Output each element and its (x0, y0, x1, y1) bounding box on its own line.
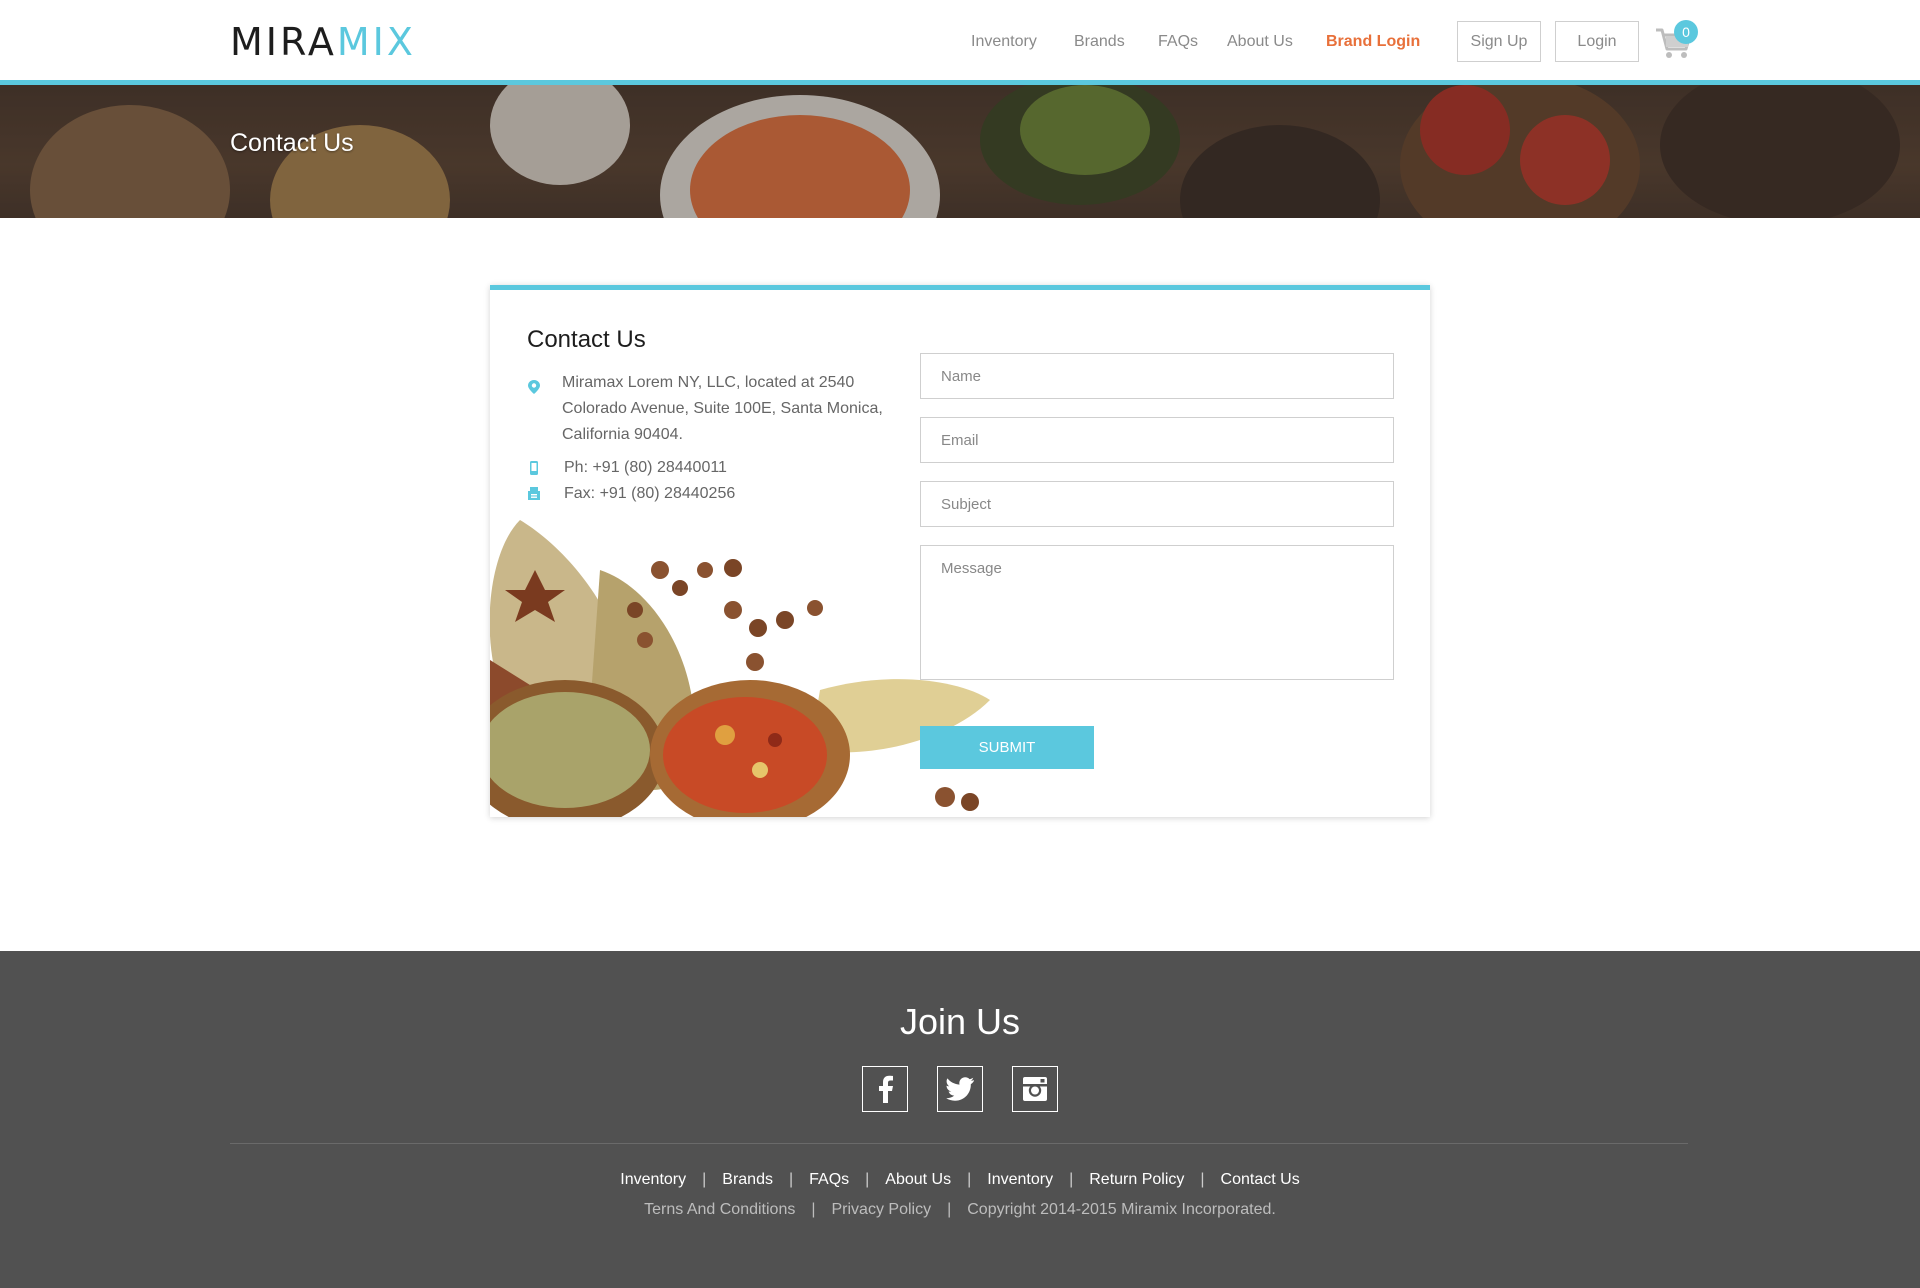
footer-link-inventory[interactable]: Inventory (620, 1171, 686, 1188)
footer-legal: Terns And Conditions | Privacy Policy | Copy… (644, 1201, 1276, 1218)
site-header: MIRAMIX Inventory Brands FAQs About Us B… (0, 0, 1920, 80)
instagram-icon[interactable] (1012, 1066, 1058, 1112)
footer-link-faqs[interactable]: FAQs (809, 1171, 849, 1188)
nav-brands[interactable]: Brands (1074, 30, 1125, 54)
address-text: Miramax Lorem NY, LLC, located at 2540 C… (562, 374, 883, 443)
footer-divider (230, 1143, 1688, 1144)
page-title: Contact Us (230, 129, 354, 157)
contact-title: Contact Us (527, 326, 646, 353)
join-us-title: Join Us (899, 1001, 1021, 1042)
phone-text: Ph: +91 (80) 28440011 (564, 459, 727, 476)
footer-link-inventory-2[interactable]: Inventory (987, 1171, 1053, 1188)
subject-input[interactable] (920, 481, 1394, 527)
login-button[interactable]: Login (1555, 21, 1639, 62)
cart-count-badge: 0 (1674, 20, 1698, 44)
message-textarea[interactable] (920, 545, 1394, 680)
nav-about-us[interactable]: About Us (1227, 30, 1293, 54)
hero-banner: Contact Us (0, 85, 1920, 218)
signup-button[interactable]: Sign Up (1457, 21, 1541, 62)
submit-button[interactable]: SUBMIT (920, 726, 1094, 769)
facebook-icon[interactable] (862, 1066, 908, 1112)
location-pin-icon (528, 380, 540, 394)
footer-link-privacy-policy[interactable]: Privacy Policy (832, 1201, 932, 1218)
copyright-text: Copyright 2014-2015 Miramix Incorporated… (967, 1201, 1276, 1218)
logo[interactable]: MIRAMIX (230, 22, 416, 62)
site-footer: Join Us Inventory | Brands | FAQs | About Us | I… (0, 951, 1920, 1288)
logo-part-2: MIX (336, 20, 416, 64)
nav-faqs[interactable]: FAQs (1158, 30, 1198, 54)
footer-link-return-policy[interactable]: Return Policy (1089, 1171, 1184, 1188)
twitter-icon[interactable] (937, 1066, 983, 1112)
fax-icon (528, 487, 540, 500)
footer-links: Inventory | Brands | FAQs | About Us | Inventory… (620, 1171, 1300, 1188)
logo-part-1: MIRA (230, 20, 337, 64)
footer-link-about-us[interactable]: About Us (885, 1171, 951, 1188)
fax-text: Fax: +91 (80) 28440256 (564, 485, 736, 502)
nav-brand-login[interactable]: Brand Login (1326, 30, 1420, 54)
mobile-phone-icon (530, 461, 538, 475)
name-input[interactable] (920, 353, 1394, 399)
nav-inventory[interactable]: Inventory (971, 30, 1037, 54)
email-input[interactable] (920, 417, 1394, 463)
footer-link-terms[interactable]: Terns And Conditions (644, 1201, 795, 1218)
footer-link-contact-us[interactable]: Contact Us (1221, 1171, 1300, 1188)
contact-card: Contact Us Miramax Lorem NY, LLC, locate… (490, 285, 1430, 817)
footer-link-brands[interactable]: Brands (722, 1171, 773, 1188)
